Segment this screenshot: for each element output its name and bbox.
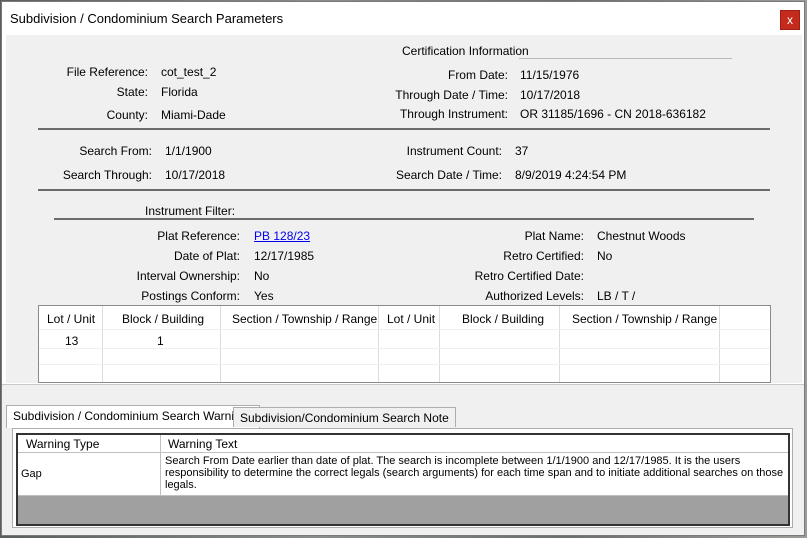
header-warning-type[interactable]: Warning Type [26,437,99,451]
search-through-value: 10/17/2018 [165,168,226,182]
grid-cell-lot-unit[interactable]: 13 [65,334,78,348]
search-parameters-window: Subdivision / Condominium Search Paramet… [1,1,805,536]
interval-ownership-label: Interval Ownership: [136,269,240,283]
plat-reference-link[interactable]: PB 128/23 [254,229,310,243]
grid-row-line [39,348,770,349]
plat-reference-label: Plat Reference: [157,229,240,243]
search-from-label: Search From: [79,144,152,158]
authorized-levels-value: LB / T / [597,289,636,303]
warning-text-cell: Search From Date earlier than date of pl… [165,455,784,491]
retro-certified-date-label: Retro Certified Date: [474,269,584,283]
grid-row-line [39,364,770,365]
through-instrument-label: Through Instrument: [399,107,508,121]
through-date-value: 10/17/2018 [520,88,581,102]
warnings-tab-panel: Warning Type Warning Text Gap Search Fro… [12,428,793,528]
tab-search-warnings[interactable]: Subdivision / Condominium Search Warning… [6,405,261,428]
instrument-count-label: Instrument Count: [406,144,502,158]
grid-header-section-township-range-2[interactable]: Section / Township / Range [572,312,717,326]
date-of-plat-label: Date of Plat: [173,249,240,263]
grid-cell-block-building[interactable]: 1 [157,334,164,348]
state-label: State: [116,85,148,99]
filter-divider [54,218,754,220]
parameters-panel: Certification Information From Date: 11/… [6,35,802,383]
grid-header-block-building[interactable]: Block / Building [122,312,204,326]
plat-name-value: Chestnut Woods [597,229,686,243]
search-from-value: 1/1/1900 [165,144,212,158]
grid-header-section-township-range[interactable]: Section / Township / Range [232,312,377,326]
through-date-label: Through Date / Time: [395,88,508,102]
county-value: Miami-Dade [161,108,226,122]
postings-conform-value: Yes [254,289,274,303]
warnings-area: Subdivision / Condominium Search Warning… [2,384,804,535]
grid-header-lot-unit-2[interactable]: Lot / Unit [387,312,435,326]
search-through-label: Search Through: [62,168,152,182]
postings-conform-label: Postings Conform: [141,289,240,303]
from-date-label: From Date: [447,68,508,82]
search-date-label: Search Date / Time: [395,168,502,182]
grid-header-block-building-2[interactable]: Block / Building [462,312,544,326]
tab-search-note[interactable]: Subdivision/Condominium Search Note [233,407,456,427]
interval-ownership-value: No [254,269,270,283]
warnings-table-header: Warning Type Warning Text [18,435,788,453]
from-date-value: 11/15/1976 [520,68,580,82]
file-reference-label: File Reference: [66,65,148,79]
grid-row-line [39,329,770,330]
retro-certified-label: Retro Certified: [503,249,584,263]
window-title: Subdivision / Condominium Search Paramet… [10,11,284,26]
column-separator [160,435,161,496]
warnings-table[interactable]: Warning Type Warning Text Gap Search Fro… [16,433,790,526]
grid-header-lot-unit[interactable]: Lot / Unit [47,312,95,326]
cert-divider [519,58,732,59]
warning-type-cell: Gap [21,468,42,480]
county-label: County: [106,108,148,122]
instrument-count-value: 37 [515,144,529,158]
close-button[interactable]: x [780,10,800,30]
plat-name-label: Plat Name: [524,229,584,243]
date-of-plat-value: 12/17/1985 [254,249,315,263]
state-value: Florida [161,85,198,99]
instrument-filter-heading: Instrument Filter: [145,204,236,218]
section-divider [38,128,770,130]
authorized-levels-label: Authorized Levels: [485,289,584,303]
retro-certified-value: No [597,249,613,263]
section-divider [38,189,770,191]
title-bar[interactable]: Subdivision / Condominium Search Paramet… [2,2,804,34]
file-reference-value: cot_test_2 [161,65,217,79]
search-date-value: 8/9/2019 4:24:54 PM [515,168,627,182]
through-instrument-value: OR 31185/1696 - CN 2018-636182 [520,107,706,121]
header-warning-text[interactable]: Warning Text [168,437,237,451]
cert-heading: Certification Information [402,44,529,58]
table-row[interactable]: Gap Search From Date earlier than date o… [18,453,788,496]
legal-description-grid[interactable]: Lot / Unit Block / Building Section / To… [38,305,771,383]
